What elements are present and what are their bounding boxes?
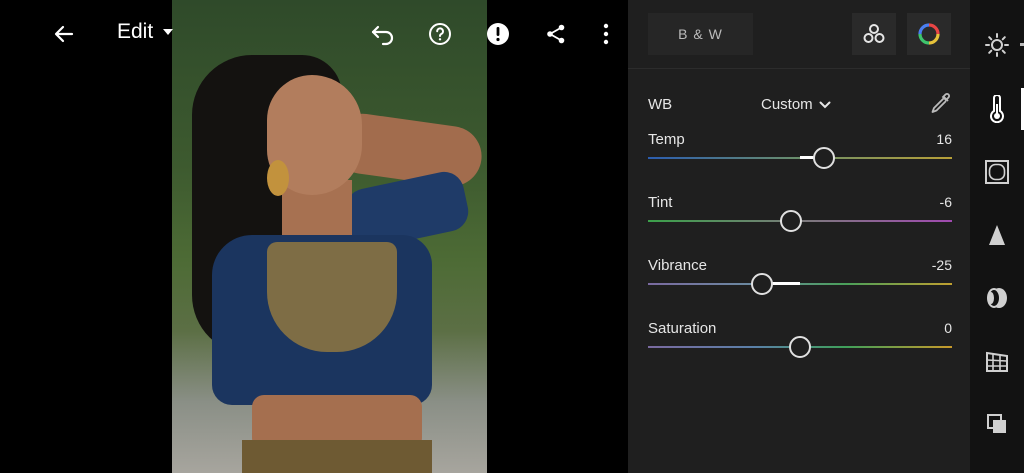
effects-icon[interactable] (982, 157, 1012, 187)
saturation-value[interactable]: 0 (944, 320, 952, 336)
tool-rail (970, 0, 1024, 473)
vibrance-thumb[interactable] (751, 273, 773, 295)
tint-label: Tint (648, 194, 673, 211)
temp-value[interactable]: 16 (936, 131, 952, 147)
color-panel: B & W WB Custom Temp 16 Tint -6 Vibrance… (628, 0, 970, 473)
saturation-thumb[interactable] (789, 336, 811, 358)
optics-icon[interactable] (982, 283, 1012, 313)
alert-icon[interactable] (480, 16, 516, 52)
edit-mode-dropdown[interactable]: Edit (117, 20, 174, 44)
vibrance-label: Vibrance (648, 257, 707, 274)
wb-preset-dropdown[interactable]: Custom (761, 96, 831, 113)
saturation-label: Saturation (648, 320, 717, 337)
temp-slider[interactable]: Temp 16 (648, 131, 952, 181)
tint-thumb[interactable] (779, 210, 802, 232)
bw-button[interactable]: B & W (648, 13, 753, 55)
versions-icon[interactable] (982, 409, 1012, 439)
photo-earring (267, 160, 289, 196)
geometry-icon[interactable] (982, 346, 1012, 376)
temp-thumb[interactable] (813, 147, 836, 169)
top-toolbar: Edit (0, 0, 628, 68)
eyedropper-icon[interactable] (928, 92, 952, 120)
wb-label: WB (648, 96, 673, 113)
more-vert-icon[interactable] (588, 16, 624, 52)
light-icon[interactable] (982, 30, 1012, 60)
help-icon[interactable] (422, 16, 458, 52)
tint-slider[interactable]: Tint -6 (648, 194, 952, 244)
undo-icon[interactable] (365, 16, 401, 52)
chevron-down-icon (819, 101, 831, 108)
color-mix-icon[interactable] (852, 13, 896, 55)
wb-preset-value: Custom (761, 96, 813, 113)
caret-down-icon (163, 29, 174, 35)
saturation-slider[interactable]: Saturation 0 (648, 320, 952, 370)
back-arrow-icon[interactable] (46, 16, 82, 52)
photo-skirt (242, 440, 432, 473)
edit-mode-label: Edit (117, 20, 154, 43)
color-icon[interactable] (982, 94, 1012, 124)
vibrance-track[interactable] (648, 283, 952, 285)
color-wheel-icon[interactable] (907, 13, 951, 55)
temp-label: Temp (648, 131, 685, 148)
vibrance-slider[interactable]: Vibrance -25 (648, 257, 952, 307)
detail-icon[interactable] (982, 220, 1012, 250)
photo-embroidery (267, 242, 397, 352)
share-icon[interactable] (538, 16, 574, 52)
rail-scroll-hint (1020, 43, 1024, 46)
photo-image[interactable] (172, 0, 487, 473)
vibrance-value[interactable]: -25 (932, 257, 952, 273)
white-balance-row: WB Custom (648, 93, 952, 116)
tint-value[interactable]: -6 (940, 194, 952, 210)
panel-header: B & W (628, 0, 970, 69)
photo-canvas[interactable] (0, 0, 628, 473)
